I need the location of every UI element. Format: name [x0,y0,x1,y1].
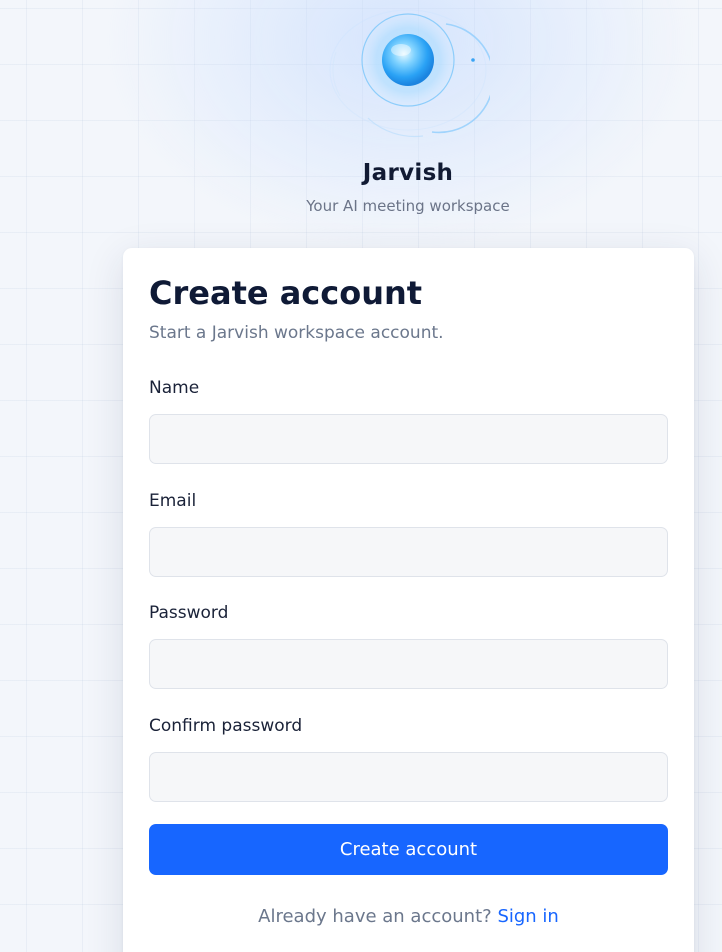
signup-card: Create account Start a Jarvish workspace… [123,248,694,952]
brand-name: Jarvish [362,160,454,186]
confirm-password-label: Confirm password [149,716,303,736]
signin-link[interactable]: Sign in [497,906,558,927]
orb-logo-icon [329,9,490,138]
email-input[interactable] [149,527,668,577]
page-subtitle: Start a Jarvish workspace account. [149,323,444,343]
email-label: Email [149,491,197,511]
name-input[interactable] [149,414,668,464]
password-label: Password [149,603,229,623]
signin-prompt-text: Already have an account? [258,906,492,927]
page-title: Create account [149,274,423,312]
brand-tagline: Your AI meeting workspace [306,197,510,215]
confirm-password-input[interactable] [149,752,668,802]
create-account-button[interactable]: Create account [149,824,668,875]
name-label: Name [149,378,200,398]
password-input[interactable] [149,639,668,689]
signin-prompt: Already have an account? Sign in [149,906,668,927]
